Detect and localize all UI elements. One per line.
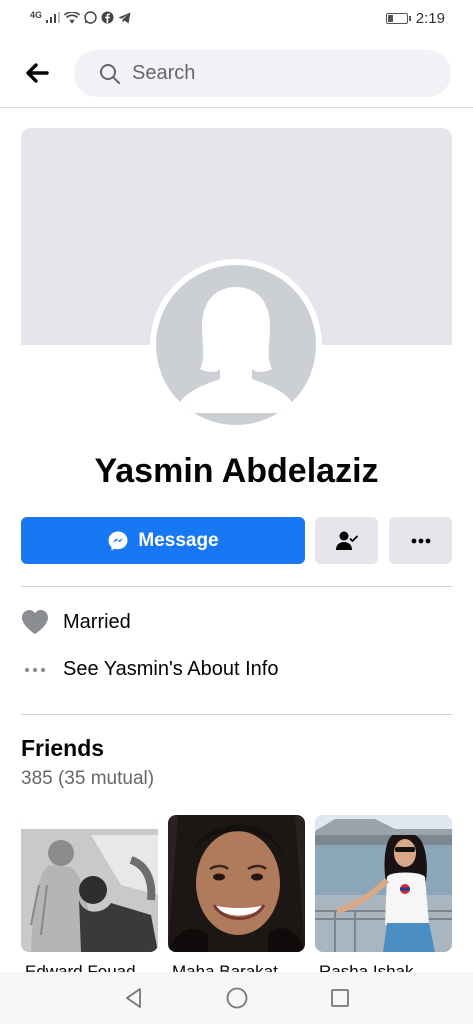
about-info-label: See Yasmin's About Info (63, 658, 279, 680)
friend-photo-image (315, 815, 452, 952)
friend-photo-image (168, 815, 305, 952)
top-header: Search (0, 40, 473, 108)
heart-icon (22, 610, 48, 634)
more-dots-icon (24, 667, 46, 672)
search-placeholder: Search (132, 62, 196, 84)
nav-back-icon[interactable] (123, 987, 145, 1009)
profile-name: Yasmin Abdelaziz (94, 452, 379, 490)
friend-photo[interactable] (168, 815, 305, 952)
friends-status-button[interactable] (315, 517, 378, 564)
wifi-icon (64, 11, 81, 23)
back-arrow-icon (26, 63, 49, 83)
divider (21, 586, 452, 587)
more-dots-icon (411, 538, 430, 543)
system-nav-bar (0, 972, 473, 1024)
profile-avatar[interactable] (150, 259, 322, 431)
telegram-icon (118, 12, 131, 23)
friend-check-icon (335, 531, 358, 550)
default-female-avatar-icon (174, 287, 298, 413)
friend-photo[interactable] (315, 815, 452, 952)
relationship-status: Married (63, 610, 131, 633)
message-button-label: Message (138, 529, 219, 551)
about-info-link[interactable]: See Yasmin's About Info (21, 658, 452, 681)
friend-photo-image (21, 815, 158, 952)
back-button[interactable] (22, 58, 52, 88)
divider (21, 714, 452, 715)
status-right: 2:19 (385, 10, 445, 27)
friend-photo[interactable] (21, 815, 158, 952)
status-bar: 4G 2:19 (0, 0, 473, 38)
avatar-placeholder (156, 265, 316, 425)
battery-icon (385, 13, 411, 24)
relationship-row: Married (21, 609, 452, 635)
messenger-icon (108, 531, 128, 550)
friends-count[interactable]: 385 (35 mutual) (21, 768, 154, 790)
friends-title: Friends (21, 735, 105, 761)
facebook-icon (101, 11, 114, 24)
nav-recents-icon[interactable] (329, 987, 351, 1009)
more-options-button[interactable] (389, 517, 452, 564)
network-type: 4G (30, 9, 43, 20)
status-time: 2:19 (415, 10, 445, 27)
search-input[interactable]: Search (74, 50, 451, 97)
status-icons: 4G (30, 9, 131, 24)
search-icon (100, 63, 120, 84)
signal-icon (46, 12, 61, 23)
whatsapp-icon (84, 11, 97, 24)
nav-home-icon[interactable] (225, 986, 249, 1010)
message-button[interactable]: Message (21, 517, 305, 564)
